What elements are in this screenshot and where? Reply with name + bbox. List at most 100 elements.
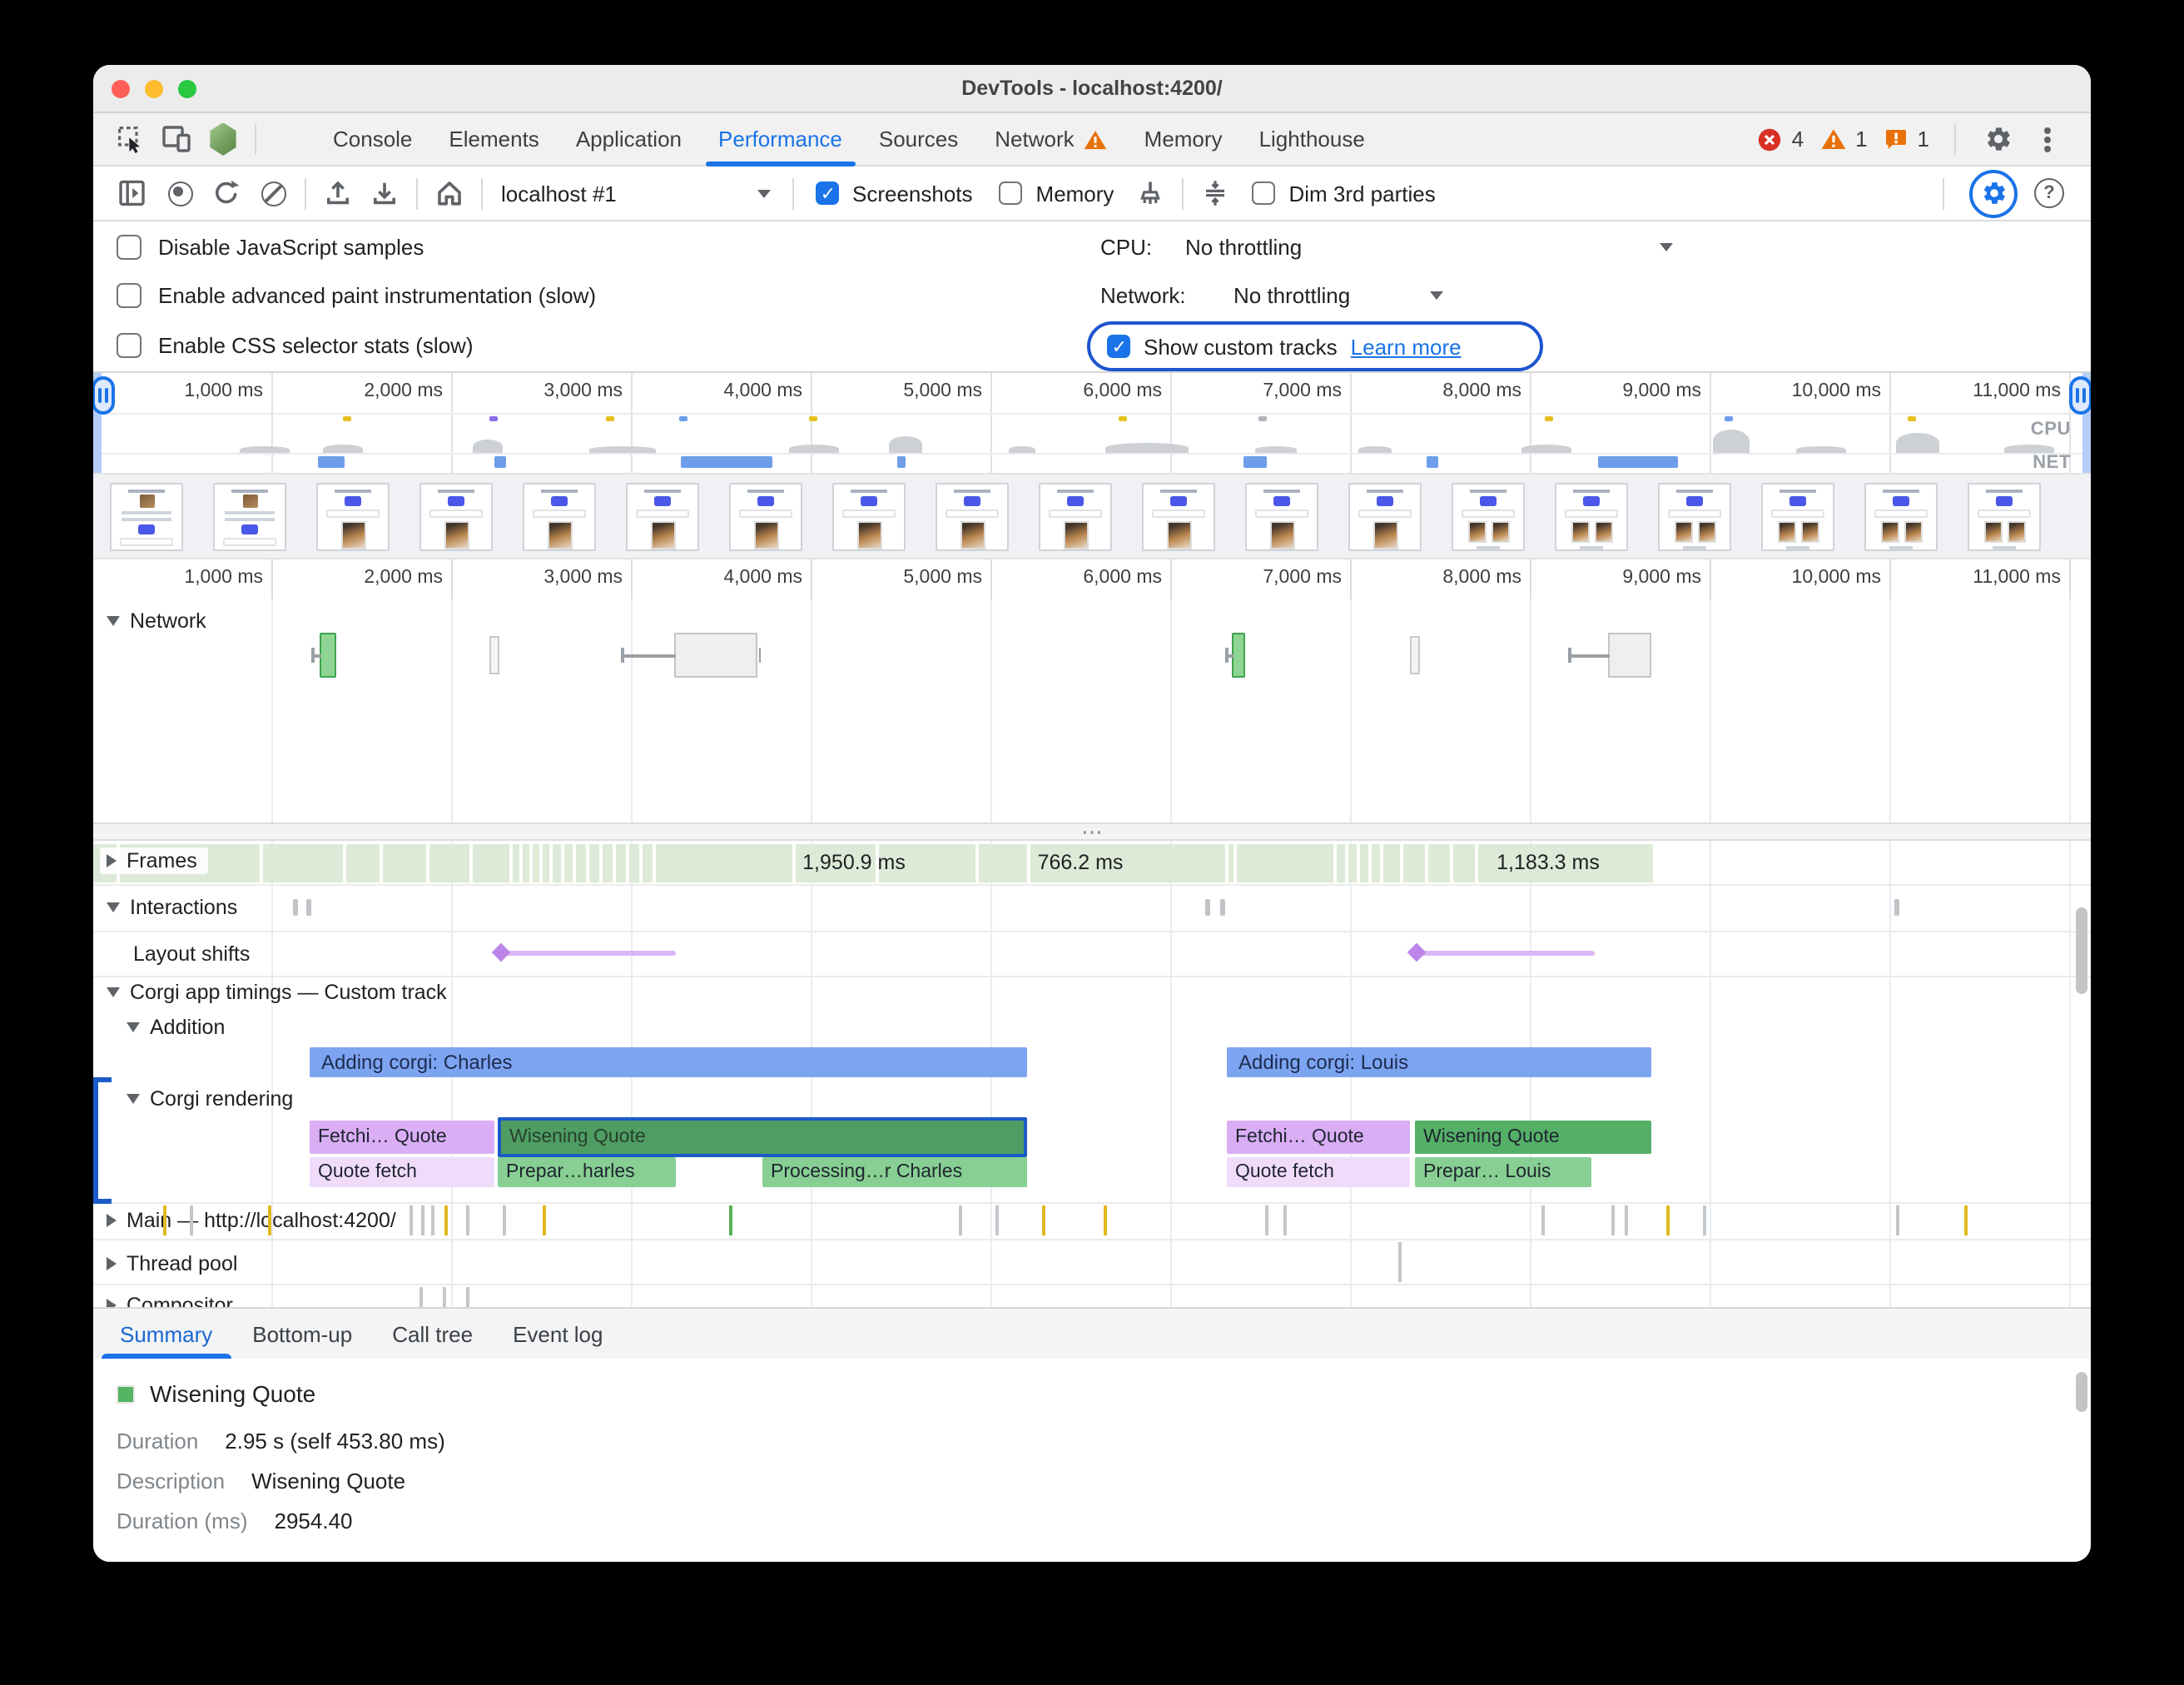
screenshot-thumbnail[interactable] xyxy=(1864,483,1938,551)
summary-scrollbar[interactable] xyxy=(2076,1372,2087,1412)
inspect-element-icon[interactable] xyxy=(107,117,153,161)
tab-application[interactable]: Application xyxy=(558,113,700,165)
screenshot-thumbnail[interactable] xyxy=(523,483,596,551)
network-request[interactable] xyxy=(1232,633,1245,678)
details-tab-summary[interactable]: Summary xyxy=(100,1309,232,1359)
toggle-sidebar-icon[interactable] xyxy=(110,171,156,215)
issues-badge-icon[interactable] xyxy=(1884,128,1908,150)
dim-3rd-parties-checkbox[interactable]: Dim 3rd parties xyxy=(1252,181,1435,206)
track-thread-pool[interactable]: Thread pool xyxy=(107,1252,237,1275)
memory-checkbox[interactable]: Memory xyxy=(1000,181,1114,206)
overview-left-handle[interactable] xyxy=(93,376,115,415)
details-tab-call-tree[interactable]: Call tree xyxy=(372,1309,493,1359)
flame-bar[interactable]: Fetchi… Quote xyxy=(1227,1121,1410,1154)
tracks-scrollbar[interactable] xyxy=(2076,907,2087,994)
record-icon[interactable] xyxy=(156,171,203,215)
tab-lighthouse[interactable]: Lighthouse xyxy=(1241,113,1383,165)
interaction-mark[interactable] xyxy=(1220,899,1225,916)
interaction-mark[interactable] xyxy=(1894,899,1899,916)
network-request[interactable] xyxy=(1410,636,1420,674)
timeline-overview[interactable]: 1,000 ms2,000 ms3,000 ms4,000 ms5,000 ms… xyxy=(93,373,2091,473)
settings-gear-icon[interactable] xyxy=(1974,117,2021,161)
interaction-mark[interactable] xyxy=(1205,899,1210,916)
interaction-mark[interactable] xyxy=(306,899,311,916)
screenshot-thumbnail[interactable] xyxy=(213,483,286,551)
track-interactions[interactable]: Interactions xyxy=(107,896,237,919)
tab-elements[interactable]: Elements xyxy=(430,113,557,165)
node-icon[interactable] xyxy=(200,117,246,161)
network-request[interactable] xyxy=(489,636,499,674)
reload-and-record-icon[interactable] xyxy=(203,171,250,215)
screenshots-checkbox[interactable]: Screenshots xyxy=(816,181,973,206)
pane-splitter[interactable]: ⋯ xyxy=(93,823,2091,841)
screenshot-thumbnail[interactable] xyxy=(626,483,699,551)
track-compositor[interactable]: Compositor xyxy=(107,1294,233,1307)
advanced-paint-checkbox[interactable]: Enable advanced paint instrumentation (s… xyxy=(117,283,596,308)
home-icon[interactable] xyxy=(426,171,473,215)
screenshot-thumbnail[interactable] xyxy=(936,483,1009,551)
tab-network[interactable]: Network xyxy=(976,113,1125,165)
tab-console[interactable]: Console xyxy=(315,113,430,165)
network-request[interactable] xyxy=(674,633,757,678)
track-network[interactable]: Network xyxy=(107,609,206,633)
screenshot-thumbnail[interactable] xyxy=(1968,483,2041,551)
capture-settings-gear-icon[interactable] xyxy=(1969,169,2018,217)
flame-bar-selected[interactable]: Wisening Quote xyxy=(498,1117,1027,1157)
warning-badge-icon[interactable] xyxy=(1820,128,1845,150)
tab-performance[interactable]: Performance xyxy=(700,113,861,165)
track-main[interactable]: Main — http://localhost:4200/ xyxy=(107,1209,396,1232)
garbage-collect-icon[interactable] xyxy=(1127,171,1174,215)
layout-shift-event[interactable] xyxy=(1415,951,1595,956)
screenshot-thumbnail[interactable] xyxy=(1348,483,1422,551)
interaction-mark[interactable] xyxy=(293,899,298,916)
flame-bar[interactable]: Quote fetch xyxy=(1227,1157,1410,1187)
screenshot-thumbnail[interactable] xyxy=(1142,483,1215,551)
flame-bar[interactable]: Adding corgi: Louis xyxy=(1227,1047,1651,1077)
track-corgi-rendering[interactable]: Corgi rendering xyxy=(127,1087,293,1111)
learn-more-link[interactable]: Learn more xyxy=(1351,334,1462,359)
details-tab-event-log[interactable]: Event log xyxy=(493,1309,623,1359)
flame-bar[interactable]: Quote fetch xyxy=(310,1157,494,1187)
flame-bar[interactable]: Adding corgi: Charles xyxy=(310,1047,1027,1077)
flame-bar[interactable]: Prepar… Louis xyxy=(1415,1157,1591,1187)
help-icon[interactable]: ? xyxy=(2034,178,2064,208)
more-options-icon[interactable] xyxy=(2044,136,2051,142)
screenshot-thumbnail[interactable] xyxy=(1452,483,1525,551)
overview-right-handle[interactable] xyxy=(2069,376,2091,415)
screenshot-thumbnail[interactable] xyxy=(1245,483,1318,551)
tab-sources[interactable]: Sources xyxy=(861,113,976,165)
details-tab-bottom-up[interactable]: Bottom-up xyxy=(232,1309,372,1359)
network-request[interactable] xyxy=(1608,633,1651,678)
track-frames[interactable]: Frames xyxy=(100,847,209,874)
screenshot-thumbnail[interactable] xyxy=(729,483,802,551)
track-custom-header[interactable]: Corgi app timings — Custom track xyxy=(107,981,447,1004)
screenshot-thumbnail[interactable] xyxy=(1555,483,1628,551)
clear-icon[interactable] xyxy=(250,171,296,215)
track-layout-shifts[interactable]: Layout shifts xyxy=(133,942,250,966)
network-request[interactable] xyxy=(320,633,336,678)
screenshot-thumbnail[interactable] xyxy=(1039,483,1112,551)
screenshot-thumbnail[interactable] xyxy=(832,483,906,551)
download-profile-icon[interactable] xyxy=(361,171,408,215)
disable-js-samples-checkbox[interactable]: Disable JavaScript samples xyxy=(117,235,424,260)
track-addition[interactable]: Addition xyxy=(127,1016,225,1039)
flame-bar[interactable]: Wisening Quote xyxy=(1415,1121,1651,1154)
screenshot-thumbnail[interactable] xyxy=(1658,483,1731,551)
screenshot-thumbnail[interactable] xyxy=(316,483,390,551)
screenshot-thumbnail[interactable] xyxy=(419,483,493,551)
upload-profile-icon[interactable] xyxy=(315,171,361,215)
network-throttle-select[interactable]: No throttling xyxy=(1233,283,1350,308)
cpu-throttle-select[interactable]: No throttling xyxy=(1185,235,1302,260)
device-toolbar-icon[interactable] xyxy=(153,117,200,161)
screenshot-thumbnail[interactable] xyxy=(1761,483,1834,551)
screenshot-thumbnail[interactable] xyxy=(110,483,183,551)
show-custom-tracks-checkbox[interactable] xyxy=(1107,335,1130,358)
flame-bar[interactable]: Prepar…harles xyxy=(498,1157,676,1187)
flame-bar[interactable]: Fetchi… Quote xyxy=(310,1121,494,1154)
flame-bar[interactable]: Processing…r Charles xyxy=(762,1157,1027,1187)
target-selector[interactable]: localhost #1 xyxy=(491,181,784,206)
css-selector-stats-checkbox[interactable]: Enable CSS selector stats (slow) xyxy=(117,333,474,358)
collapse-tracks-icon[interactable] xyxy=(1192,171,1238,215)
layout-shift-event[interactable] xyxy=(499,951,676,956)
error-badge-icon[interactable] xyxy=(1759,127,1782,151)
